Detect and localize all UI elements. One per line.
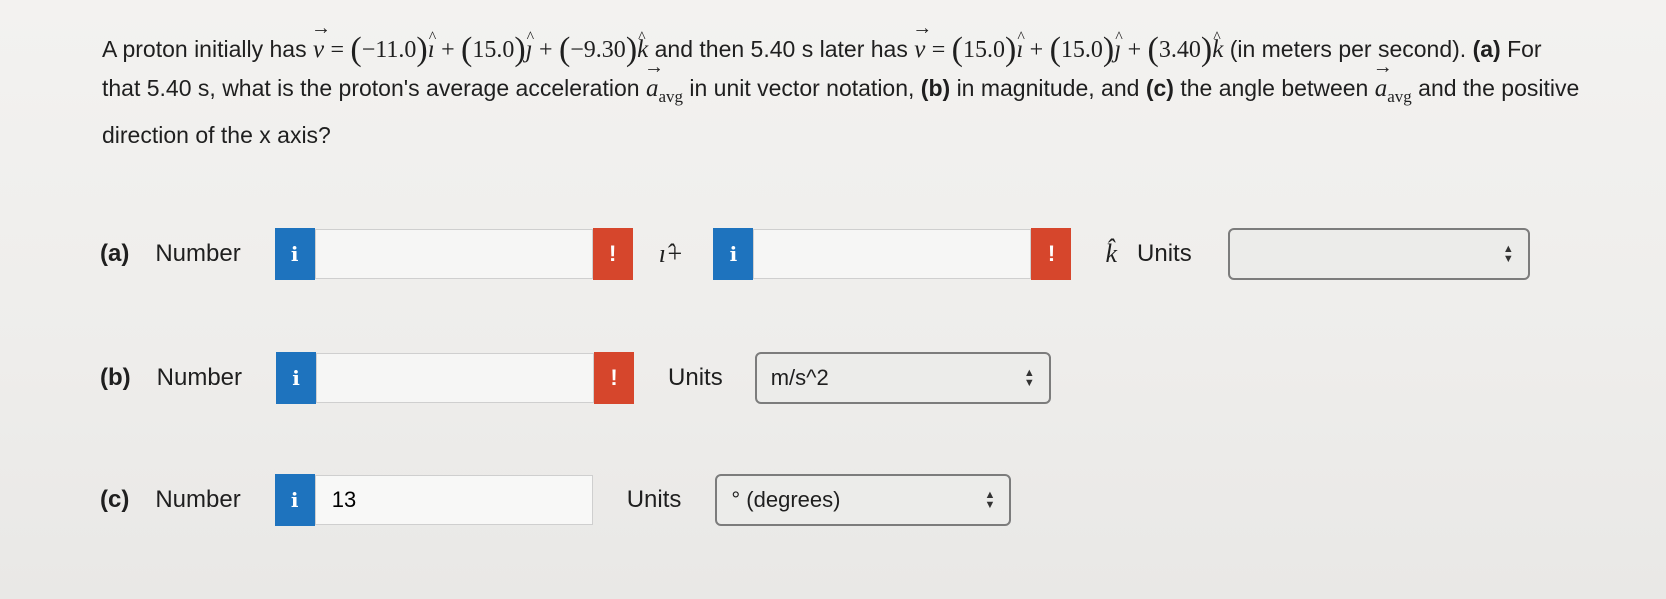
units-select-a[interactable]: ▲ ▼	[1227, 228, 1530, 280]
units-label: Units	[1137, 240, 1192, 267]
chevron-up-down-icon: ▲ ▼	[1023, 367, 1035, 389]
warning-icon[interactable]: !	[1031, 228, 1072, 280]
units-select-c[interactable]: ° (degrees) ▲ ▼	[715, 474, 1012, 526]
v1-x-value: −11.0	[361, 37, 417, 63]
info-icon[interactable]: i	[713, 228, 754, 280]
answer-a-i-input[interactable]	[314, 229, 593, 279]
question-text-part: A proton initially has	[102, 36, 307, 62]
number-label: Number	[156, 364, 243, 391]
avg-subscript: avg	[1387, 87, 1412, 106]
answer-row-a: (a) Number i ! ı̂+ i ! k̂ Units ▲ ▼	[100, 228, 1530, 280]
acceleration-symbol: a	[644, 48, 663, 108]
units-select-b[interactable]: m/s^2 ▲ ▼	[754, 352, 1051, 404]
units-select-value: ° (degrees)	[731, 487, 841, 512]
plus-sign: +	[1127, 37, 1142, 63]
i-hat-symbol: ı	[1016, 19, 1024, 69]
number-label: Number	[155, 240, 241, 267]
units-label: Units	[626, 486, 682, 513]
part-a-label: (a)	[100, 240, 130, 267]
v2-y-value: 15.0	[1060, 37, 1103, 63]
question-text-part: (in meters per second).	[1229, 36, 1467, 62]
i-hat-plus-symbol: ı̂+	[658, 239, 684, 268]
velocity-symbol: v	[912, 9, 932, 69]
plus-sign: +	[441, 37, 455, 63]
answer-row-c: (c) Number i Units ° (degrees) ▲▼	[100, 474, 1012, 526]
part-b-tag: (b)	[920, 75, 951, 101]
units-label: Units	[668, 364, 723, 391]
answer-b-input[interactable]	[316, 353, 595, 403]
k-hat-symbol: k̂	[1105, 239, 1118, 268]
plus-sign: +	[1029, 37, 1044, 63]
part-b-label: (b)	[100, 364, 131, 391]
v2-x-value: 15.0	[962, 37, 1005, 63]
i-hat-symbol: ı	[428, 19, 436, 69]
info-icon[interactable]: i	[276, 352, 317, 404]
part-c-tag: (c)	[1145, 75, 1174, 101]
j-hat-symbol: ȷ	[1114, 19, 1122, 69]
question-text-part: in unit vector notation,	[689, 75, 915, 101]
avg-subscript: avg	[658, 87, 683, 106]
acceleration-symbol: a	[1373, 48, 1392, 108]
part-a-tag: (a)	[1472, 36, 1501, 62]
units-select-value: m/s^2	[770, 365, 829, 390]
info-icon[interactable]: i	[274, 228, 315, 280]
v1-z-value: −9.30	[570, 37, 626, 63]
number-label: Number	[155, 486, 241, 513]
question-text-part: and then 5.40 s later has	[654, 36, 908, 62]
chevron-up-down-icon: ▲ ▼	[1502, 243, 1514, 265]
v1-y-value: 15.0	[472, 37, 515, 63]
equals-sign: =	[931, 37, 946, 63]
v2-z-value: 3.40	[1158, 37, 1201, 63]
velocity-symbol: v	[311, 9, 331, 69]
question-text-part: the angle between	[1180, 75, 1369, 101]
answer-c-input[interactable]	[314, 475, 593, 525]
equals-sign: =	[330, 37, 345, 63]
j-hat-symbol: ȷ	[526, 19, 534, 69]
answer-row-b: (b) Number i ! Units m/s^2 ▲ ▼	[100, 352, 1051, 404]
warning-icon[interactable]: !	[592, 228, 633, 280]
answer-a-k-input[interactable]	[753, 229, 1032, 279]
k-hat-symbol: k	[1212, 19, 1223, 69]
info-icon[interactable]: i	[274, 474, 315, 526]
part-c-label: (c)	[100, 486, 130, 513]
question-text: A proton initially has v = (−11.0)ı + (1…	[102, 9, 1582, 154]
chevron-up-down-icon: ▲ ▼	[984, 489, 996, 511]
question-text-part: in magnitude, and	[956, 75, 1140, 101]
plus-sign: +	[539, 37, 553, 63]
warning-icon[interactable]: !	[594, 352, 635, 404]
